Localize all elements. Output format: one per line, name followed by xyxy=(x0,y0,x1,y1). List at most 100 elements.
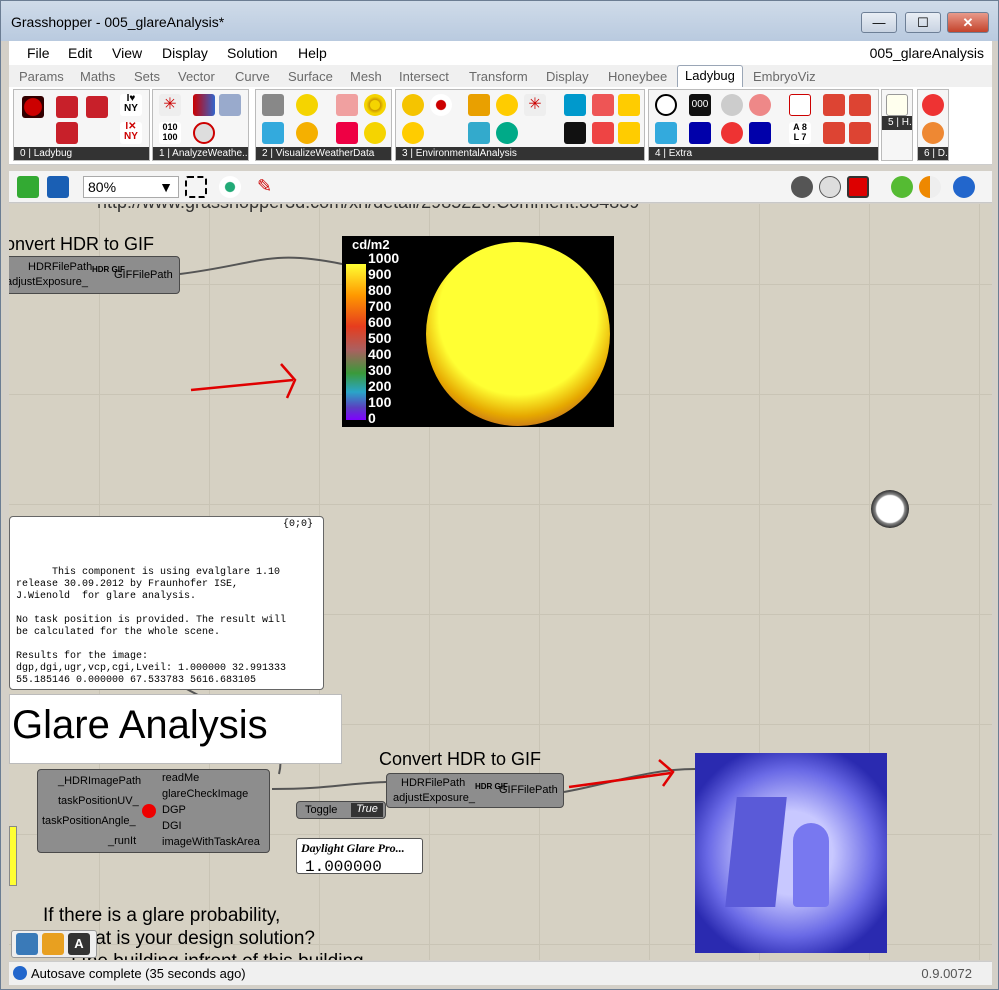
menu-edit[interactable]: Edit xyxy=(68,45,92,61)
zoom-select[interactable]: 80% ▼ xyxy=(83,176,179,198)
i-x-ny-icon[interactable]: I✕ NY xyxy=(120,122,142,144)
tab-transform[interactable]: Transform xyxy=(469,69,528,84)
input-hdrfilepath[interactable]: HDRFilePath xyxy=(401,777,465,789)
crosshair-icon[interactable] xyxy=(364,122,386,144)
open-file-icon[interactable] xyxy=(17,176,39,198)
spiky-sun-icon[interactable] xyxy=(496,122,518,144)
fd-icon[interactable] xyxy=(823,122,845,144)
fc-icon[interactable] xyxy=(849,122,871,144)
readme-panel[interactable]: {0;0} This component is using evalglare … xyxy=(9,516,324,690)
counter-icon[interactable]: 000 xyxy=(689,94,711,116)
maximize-button[interactable]: ☐ xyxy=(905,12,941,33)
sun-icon[interactable] xyxy=(296,94,318,116)
sphere-icon[interactable] xyxy=(953,176,975,198)
output-dgp[interactable]: DGP xyxy=(162,804,186,816)
output-imagewithtaskarea[interactable]: imageWithTaskArea xyxy=(162,836,260,848)
sunlight-hours-icon[interactable] xyxy=(592,94,614,116)
tab-intersect[interactable]: Intersect xyxy=(399,69,449,84)
input-runit[interactable]: _runIt xyxy=(108,835,136,847)
input-adjustexposure[interactable]: adjustExposure_ xyxy=(393,792,475,804)
zoom-extents-icon[interactable] xyxy=(185,176,207,198)
bowl-icon[interactable] xyxy=(618,94,640,116)
a-text-icon[interactable]: A xyxy=(68,933,90,955)
save-icon[interactable] xyxy=(47,176,69,198)
yellow-slider-edge[interactable] xyxy=(9,826,17,886)
solid-icon[interactable] xyxy=(919,176,941,198)
python-icon[interactable] xyxy=(16,933,38,955)
view-analysis-icon[interactable] xyxy=(496,94,518,116)
settings-icon[interactable] xyxy=(721,94,743,116)
compass-icon[interactable] xyxy=(922,94,944,116)
output-dgi[interactable]: DGI xyxy=(162,820,182,832)
sky-dome-icon[interactable] xyxy=(296,122,318,144)
ip-alt-icon[interactable] xyxy=(749,122,771,144)
ladybug-icon[interactable] xyxy=(22,96,44,118)
alpha-icon[interactable]: A 8L 7 xyxy=(789,122,811,144)
preview-off-icon[interactable] xyxy=(791,176,813,198)
tab-sets[interactable]: Sets xyxy=(134,69,160,84)
convert-hdr-component-bottom[interactable]: HDRFilePath adjustExposure_ HDR GIF GIFF… xyxy=(386,773,564,808)
camera-icon[interactable] xyxy=(789,94,811,116)
tab-params[interactable]: Params xyxy=(19,69,64,84)
tab-display[interactable]: Display xyxy=(546,69,589,84)
ladybug-script-icon[interactable] xyxy=(42,933,64,955)
import-epw-icon[interactable] xyxy=(56,96,78,118)
input-taskpositionangle[interactable]: taskPositionAngle_ xyxy=(42,815,136,827)
dgp-panel[interactable]: Daylight Glare Pro... 1.000000 xyxy=(296,838,423,876)
toggle-value[interactable]: True xyxy=(351,803,383,817)
menu-display[interactable]: Display xyxy=(162,45,208,61)
bake-icon[interactable] xyxy=(891,176,913,198)
sunrise-icon[interactable] xyxy=(402,122,424,144)
radiation-rose-icon[interactable] xyxy=(336,94,358,116)
input-taskpositionuv[interactable]: taskPositionUV_ xyxy=(58,795,139,807)
ip-icon[interactable] xyxy=(689,122,711,144)
shading-icon[interactable] xyxy=(468,94,490,116)
eye-icon[interactable] xyxy=(430,94,452,116)
window-icon[interactable] xyxy=(564,94,586,116)
menu-help[interactable]: Help xyxy=(298,45,327,61)
output-giffilepath[interactable]: GIFFilePath xyxy=(499,784,558,796)
close-button[interactable]: ✕ xyxy=(947,12,989,33)
clock-icon[interactable] xyxy=(193,122,215,144)
bulb-icon[interactable] xyxy=(886,94,908,116)
tab-vector[interactable]: Vector xyxy=(178,69,215,84)
wireframe-icon[interactable] xyxy=(819,176,841,198)
open-weather-icon[interactable] xyxy=(56,122,78,144)
wind-arrows-icon[interactable]: ✳ xyxy=(159,94,181,116)
fan-icon[interactable] xyxy=(655,122,677,144)
toggle-component[interactable]: Toggle True xyxy=(296,801,386,819)
tab-honeybee[interactable]: Honeybee xyxy=(608,69,667,84)
import-stat-icon[interactable] xyxy=(86,96,108,118)
menu-view[interactable]: View xyxy=(112,45,142,61)
input-hdrimagepath[interactable]: _HDRImagePath xyxy=(58,775,141,787)
dial-icon[interactable] xyxy=(922,122,944,144)
red-sun-icon[interactable] xyxy=(721,122,743,144)
thermometer-icon[interactable] xyxy=(193,94,215,116)
output-readme[interactable]: readMe xyxy=(162,772,199,784)
rotate-icon[interactable] xyxy=(749,94,771,116)
glare-analysis-component[interactable]: _HDRImagePath taskPositionUV_ taskPositi… xyxy=(37,769,270,853)
wind-rose-icon[interactable] xyxy=(262,122,284,144)
binary-icon[interactable]: 010 100 xyxy=(159,122,181,144)
analyze-icon[interactable] xyxy=(219,94,241,116)
shadow-icon[interactable] xyxy=(564,122,586,144)
eye-view-icon[interactable] xyxy=(219,176,241,198)
output-glarecheckimage[interactable]: glareCheckImage xyxy=(162,788,248,800)
sunpath-icon[interactable] xyxy=(262,94,284,116)
tab-embryoviz[interactable]: EmbryoViz xyxy=(753,69,816,84)
target-icon[interactable] xyxy=(364,94,386,116)
grid-icon[interactable] xyxy=(468,122,490,144)
crosshair-target-icon[interactable] xyxy=(655,94,677,116)
mountain-icon[interactable] xyxy=(592,122,614,144)
tab-maths[interactable]: Maths xyxy=(80,69,115,84)
cy-icon[interactable] xyxy=(849,94,871,116)
tab-surface[interactable]: Surface xyxy=(288,69,333,84)
sun-burst-icon[interactable] xyxy=(402,94,424,116)
star-icon[interactable] xyxy=(336,122,358,144)
tab-mesh[interactable]: Mesh xyxy=(350,69,382,84)
menu-solution[interactable]: Solution xyxy=(227,45,278,61)
mortar-icon[interactable] xyxy=(618,122,640,144)
i-love-ny-icon[interactable]: I♥ NY xyxy=(120,94,142,116)
canvas-widget-icon[interactable] xyxy=(871,490,909,528)
tab-curve[interactable]: Curve xyxy=(235,69,270,84)
